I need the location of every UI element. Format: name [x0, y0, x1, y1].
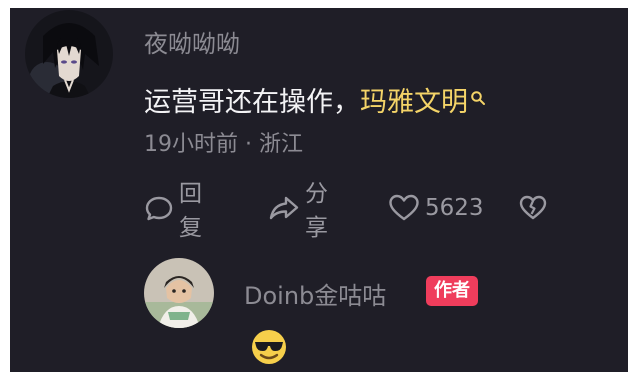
- author-badge: 作者: [426, 276, 478, 306]
- like-count: 5623: [425, 195, 484, 221]
- share-button[interactable]: 分享: [268, 181, 328, 241]
- comment-body: 运营哥还在操作: [144, 87, 333, 118]
- like-button[interactable]: 5623: [388, 192, 484, 224]
- comment-thread: 夜呦呦呦 运营哥还在操作，玛雅文明 19小时前 · 浙江 回复 分享 5623: [10, 8, 628, 372]
- keyword-link[interactable]: 玛雅文明: [360, 87, 468, 118]
- reply-username[interactable]: Doinb金咕咕: [244, 276, 386, 311]
- reply-button[interactable]: 回复: [144, 181, 202, 241]
- reply-label: 回复: [179, 181, 202, 241]
- comment-text: 运营哥还在操作，玛雅文明: [144, 80, 486, 119]
- sunglasses-emoji: [250, 328, 288, 370]
- search-icon[interactable]: [470, 82, 486, 113]
- reply-avatar[interactable]: [144, 258, 214, 328]
- speech-bubble-icon: [145, 196, 173, 221]
- broken-heart-icon: [519, 195, 547, 220]
- share-arrow-icon: [269, 196, 299, 220]
- share-label: 分享: [305, 181, 328, 241]
- commenter-avatar[interactable]: [25, 10, 113, 98]
- comment-separator: ，: [333, 87, 360, 118]
- comment-meta: 19小时前 · 浙江: [144, 132, 303, 157]
- heart-outline-icon: [389, 194, 419, 221]
- dislike-button[interactable]: [518, 192, 548, 224]
- commenter-username[interactable]: 夜呦呦呦: [144, 24, 240, 59]
